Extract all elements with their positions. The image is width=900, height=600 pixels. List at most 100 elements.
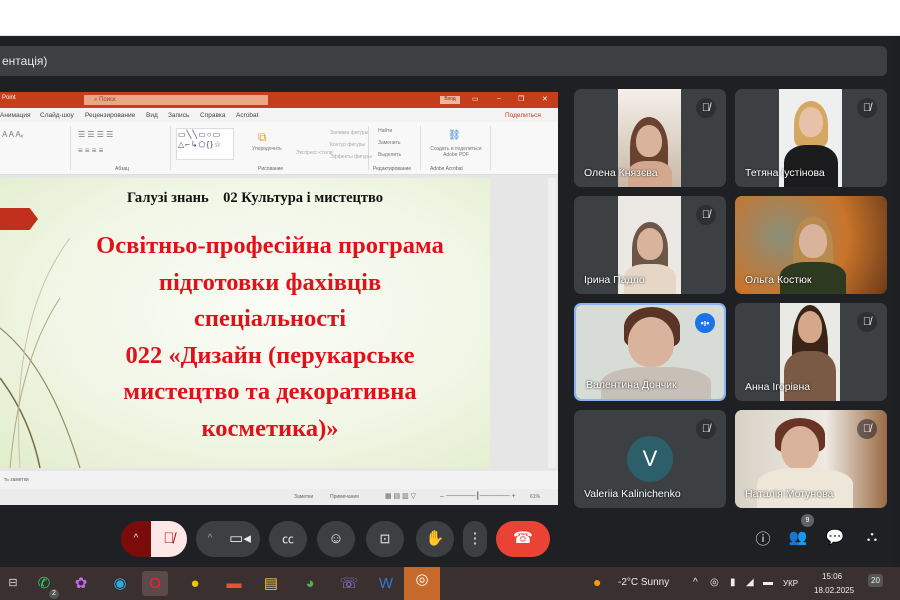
- clock-date[interactable]: 18.02.2025: [814, 586, 854, 595]
- tab-help[interactable]: Справка: [200, 112, 226, 119]
- participant-tile[interactable]: Ольга Костюк: [735, 196, 887, 294]
- info-icon: ⓘ: [755, 531, 771, 548]
- chrome-icon[interactable]: ◕: [297, 571, 323, 596]
- camera-icon[interactable]: ▭◂: [222, 521, 258, 557]
- ppt-status-bar: Заметки Примечания ▦ ▤ ▥ ▽ – ──────┃────…: [0, 489, 558, 505]
- ppt-search-box[interactable]: ⌕ Поиск: [84, 95, 268, 105]
- task-view-icon[interactable]: ⊟: [0, 571, 26, 596]
- participant-tile[interactable]: 🎙̸ Олена Князєва: [574, 89, 726, 187]
- view-buttons[interactable]: ▦ ▤ ▥ ▽: [385, 492, 416, 500]
- comments-toggle[interactable]: Примечания: [330, 494, 359, 500]
- tab-view[interactable]: Вид: [146, 112, 158, 119]
- create-pdf-button[interactable]: Создать и поделиться Adobe PDF: [428, 146, 484, 158]
- close-icon[interactable]: ✕: [542, 95, 548, 103]
- raise-hand-button[interactable]: ✋: [416, 521, 454, 557]
- activities-button[interactable]: ⛬: [861, 528, 883, 545]
- tab-acrobat[interactable]: Acrobat: [236, 112, 258, 119]
- camera-options-chevron-icon[interactable]: ^: [196, 521, 224, 557]
- slide: Галузі знань 02 Культура і мистецтво Осв…: [0, 178, 490, 468]
- notes-toggle[interactable]: Заметки: [294, 494, 313, 500]
- ppt-title-bar: Point ⌕ Поиск Вход ▭ – ❐ ✕: [0, 92, 558, 108]
- participant-tile-active-speaker[interactable]: •ı• Валентина Дончик: [574, 303, 726, 401]
- present-icon: ⊡: [379, 531, 391, 546]
- tab-slideshow[interactable]: Слайд-шоу: [40, 112, 74, 119]
- captions-button[interactable]: ㏄: [269, 521, 307, 557]
- minimize-icon[interactable]: –: [497, 95, 501, 102]
- font-size-controls[interactable]: A A Aᵥ: [2, 130, 23, 139]
- restore-icon[interactable]: ❐: [518, 95, 524, 103]
- arrange-button[interactable]: Упорядочить: [252, 146, 282, 152]
- meeting-info-button[interactable]: ⓘ: [752, 528, 774, 549]
- quick-styles-button[interactable]: Экспресс-стили: [296, 150, 333, 156]
- activities-icon: ⛬: [866, 528, 878, 545]
- arrange-icon[interactable]: ⧉: [258, 130, 267, 145]
- emoji-button[interactable]: ☺: [317, 521, 355, 557]
- vertical-scrollbar[interactable]: [548, 178, 556, 468]
- zoom-slider[interactable]: – ──────┃────── +: [440, 492, 516, 500]
- shape-effects-button[interactable]: Эффекты фигуры: [330, 154, 372, 160]
- network-icon[interactable]: ◢: [746, 577, 754, 588]
- slide-title-line: мистецтво та декоративна: [123, 378, 417, 405]
- battery-icon[interactable]: ▬: [763, 577, 773, 588]
- replace-button[interactable]: Заменить: [378, 140, 400, 146]
- participant-tile[interactable]: 🎙̸ Наталія Мотунова: [735, 410, 887, 508]
- tray-app-icon[interactable]: ◎: [710, 577, 719, 588]
- microphone-icon[interactable]: ▮: [730, 577, 736, 588]
- ppt-sign-in-button[interactable]: Вход: [440, 96, 460, 104]
- participant-tile[interactable]: 🎙̸ Ірина Падло: [574, 196, 726, 294]
- leave-call-button[interactable]: ☎: [496, 521, 550, 557]
- mic-off-icon: 🎙̸: [857, 312, 877, 332]
- clock-time[interactable]: 15:06: [822, 572, 842, 581]
- copilot-icon[interactable]: ✿: [68, 571, 94, 596]
- share-button[interactable]: Поделиться: [505, 112, 541, 119]
- shape-outline-button[interactable]: Контур фигуры: [330, 142, 365, 148]
- tab-review[interactable]: Рецензирование: [85, 112, 135, 119]
- divider: [70, 126, 71, 170]
- find-button[interactable]: Найти: [378, 128, 392, 134]
- avatar: V: [627, 436, 673, 482]
- app-icon[interactable]: ●: [182, 571, 208, 596]
- tab-record[interactable]: Запись: [168, 112, 189, 119]
- tab-animation[interactable]: Анимация: [0, 112, 31, 119]
- word-icon[interactable]: W: [373, 571, 399, 596]
- slide-title-line: спеціальності: [193, 305, 347, 332]
- slide-title-line: Освітньо-професійна програма: [96, 232, 444, 259]
- participant-name: Наталія Мотунова: [745, 488, 834, 500]
- adobe-pdf-icon: ⛓: [448, 130, 461, 141]
- notifications-badge[interactable]: 20: [868, 574, 883, 587]
- slide-title-line: підготовки фахівців: [158, 268, 382, 296]
- group-acrobat: Adobe Acrobat: [430, 166, 463, 172]
- participant-tile[interactable]: 🎙̸ Анна Ігорівна: [735, 303, 887, 401]
- select-button[interactable]: Выделить: [378, 152, 401, 158]
- ribbon-display-icon[interactable]: ▭: [472, 95, 479, 103]
- list-controls[interactable]: ☰ ☰ ☰ ☰: [78, 130, 113, 139]
- tray-chevron-icon[interactable]: ^: [693, 577, 698, 588]
- opera-icon[interactable]: O: [142, 571, 168, 596]
- edge-icon[interactable]: ◉: [107, 571, 133, 596]
- viber-icon[interactable]: ☏: [336, 571, 362, 596]
- camera-control-group: ^ ▭◂: [196, 521, 260, 557]
- shape-fill-button[interactable]: Заливка фигуры: [330, 130, 368, 136]
- shared-powerpoint-window: Point ⌕ Поиск Вход ▭ – ❐ ✕ Анимация Слай…: [0, 92, 558, 505]
- more-options-button[interactable]: ⋮: [463, 521, 487, 557]
- app-icon[interactable]: ▬: [221, 571, 247, 596]
- mic-off-icon[interactable]: 🎙̸: [151, 521, 187, 557]
- more-icon: ⋮: [467, 530, 483, 547]
- weather-text[interactable]: -2°C Sunny: [618, 577, 669, 588]
- participant-tile[interactable]: 🎙̸ Тетяна Іустінова: [735, 89, 887, 187]
- slide-header: Галузі знань 02 Культура і мистецтво: [126, 190, 384, 206]
- shapes-gallery[interactable]: ▭╲╲▭○▭ △⌐↳⬠{}☆: [176, 128, 234, 160]
- mic-options-chevron-icon[interactable]: ^: [121, 521, 151, 557]
- active-app-icon[interactable]: ◎: [404, 567, 440, 600]
- present-button[interactable]: ⊡: [366, 521, 404, 557]
- align-controls[interactable]: ≡ ≡ ≡ ≡: [78, 146, 103, 155]
- hand-icon: ✋: [425, 530, 445, 547]
- participant-tile[interactable]: V 🎙̸ Valeriia Kalinichenko: [574, 410, 726, 508]
- whatsapp-icon[interactable]: ✆ 2: [31, 571, 59, 599]
- people-button[interactable]: 👥: [787, 528, 809, 546]
- file-explorer-icon[interactable]: ▤: [258, 571, 284, 596]
- chat-button[interactable]: 💬: [824, 528, 846, 546]
- language-indicator[interactable]: УКР: [783, 579, 798, 588]
- notes-pane[interactable]: ть заметки: [0, 471, 558, 489]
- divider: [420, 126, 421, 170]
